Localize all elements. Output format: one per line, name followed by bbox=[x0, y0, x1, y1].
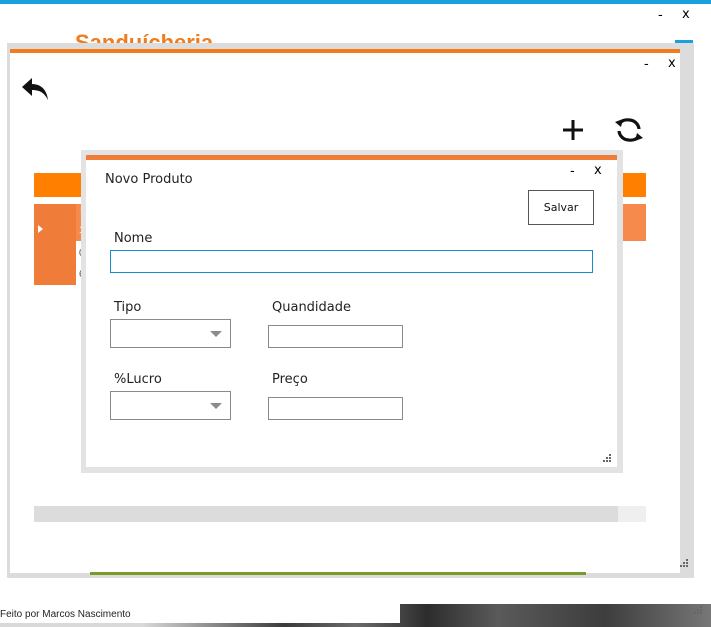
status-line bbox=[90, 572, 586, 575]
dialog-minimize-button[interactable]: - bbox=[570, 165, 575, 179]
products-minimize-button[interactable]: - bbox=[644, 58, 649, 72]
chevron-down-icon bbox=[210, 403, 222, 409]
dialog-title: Novo Produto bbox=[105, 172, 193, 187]
nome-input[interactable] bbox=[110, 250, 593, 273]
preco-label: Preço bbox=[272, 372, 308, 387]
lucro-select[interactable] bbox=[110, 391, 231, 420]
dialog-close-button[interactable]: x bbox=[594, 164, 602, 178]
quantidade-input[interactable] bbox=[268, 325, 403, 348]
row-pointer-icon bbox=[38, 225, 43, 233]
tipo-label: Tipo bbox=[114, 300, 142, 315]
products-close-button[interactable]: x bbox=[668, 57, 676, 71]
grid-scrollbar-corner bbox=[618, 506, 646, 522]
preco-input[interactable] bbox=[268, 397, 403, 420]
lucro-label: %Lucro bbox=[114, 372, 162, 387]
main-minimize-button[interactable]: - bbox=[658, 9, 663, 23]
nome-label: Nome bbox=[114, 231, 153, 246]
tipo-select[interactable] bbox=[110, 319, 231, 348]
back-arrow-icon[interactable] bbox=[20, 76, 50, 102]
main-resize-grip-icon[interactable] bbox=[694, 606, 704, 616]
dialog-resize-grip-icon[interactable] bbox=[603, 454, 613, 464]
grid-row-header bbox=[34, 204, 76, 285]
products-resize-grip-icon[interactable] bbox=[680, 559, 690, 569]
refresh-icon[interactable] bbox=[614, 115, 644, 145]
quantidade-label: Quandidade bbox=[272, 300, 352, 315]
grid-horizontal-scrollbar[interactable] bbox=[34, 506, 618, 522]
save-button[interactable]: Salvar bbox=[528, 190, 594, 225]
main-close-button[interactable]: x bbox=[682, 8, 690, 22]
plus-icon[interactable] bbox=[560, 117, 586, 143]
chevron-down-icon bbox=[210, 331, 222, 337]
footer-credit: Feito por Marcos Nascimento bbox=[0, 609, 131, 620]
